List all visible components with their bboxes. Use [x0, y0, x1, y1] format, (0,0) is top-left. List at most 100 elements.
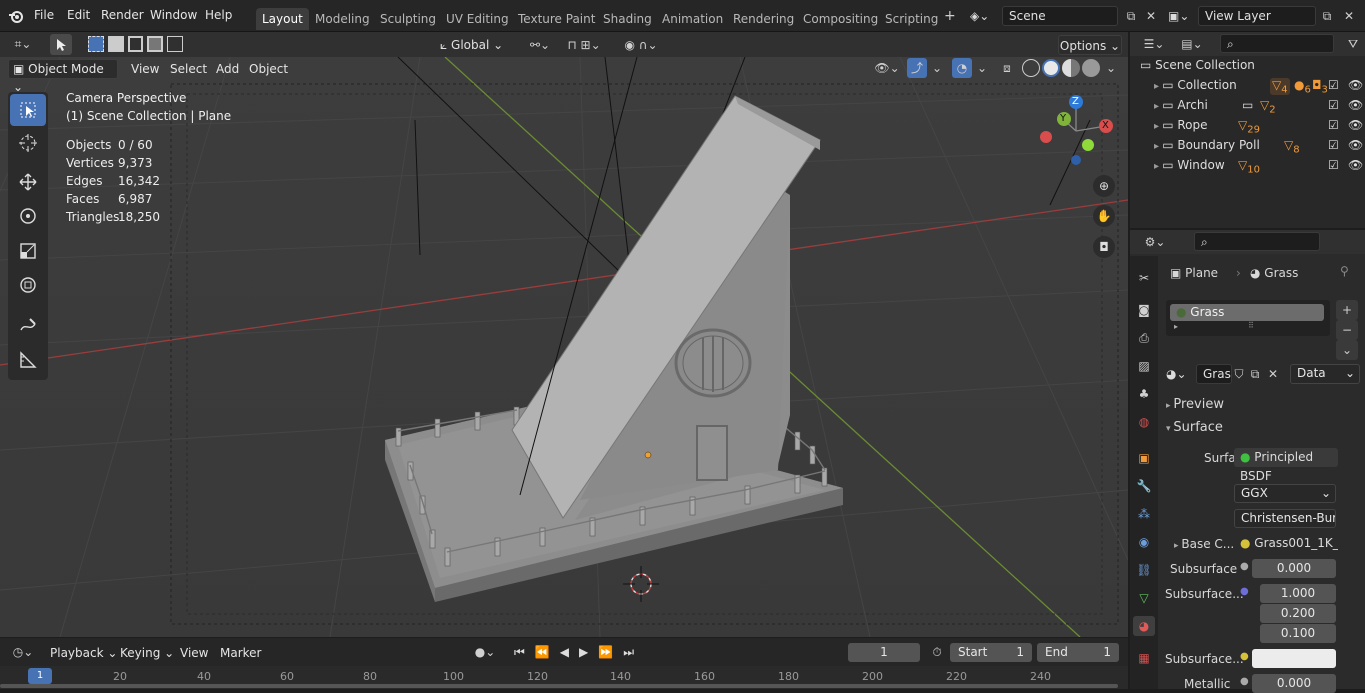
expand-arrow-icon[interactable]: ▸ [1174, 322, 1178, 331]
xray-icon[interactable]: ⧈ [997, 58, 1017, 78]
subsurface-method-dropdown[interactable]: Christensen-Bur... [1234, 509, 1336, 528]
base-color-field[interactable]: ● Grass001_1K_... [1234, 534, 1338, 553]
render-tab-icon[interactable]: ◙ [1133, 300, 1155, 320]
stopwatch-icon[interactable]: ⏱ [926, 642, 948, 662]
tab-rendering[interactable]: Rendering [727, 8, 800, 30]
output-tab-icon[interactable]: ⎙ [1133, 328, 1155, 348]
menu-help[interactable]: Help [205, 8, 232, 22]
scene-tab-icon[interactable]: ♣ [1133, 384, 1155, 404]
gizmo-toggle-icon[interactable]: ⤴ [907, 58, 927, 78]
outliner-item-archi[interactable]: ▸ ▭ Archi ▭ ▽2 ☑ 👁 [1154, 98, 1364, 118]
tab-scripting[interactable]: Scripting [879, 8, 944, 30]
eye-icon[interactable]: 👁 [1348, 138, 1363, 152]
constraints-tab-icon[interactable]: ⛓ [1133, 560, 1155, 580]
subsurface-field[interactable]: 0.000 [1252, 559, 1336, 578]
tab-layout[interactable]: Layout [256, 8, 309, 30]
menu-object[interactable]: Object [249, 62, 288, 76]
tab-animation[interactable]: Animation [656, 8, 729, 30]
tool-tab-icon[interactable]: ✂ [1133, 268, 1155, 288]
cursor-tool-icon[interactable] [10, 127, 46, 159]
display-mode-icon[interactable]: ▤⌄ [1176, 34, 1208, 54]
add-workspace-icon[interactable]: + [944, 8, 956, 24]
menu-add[interactable]: Add [216, 62, 239, 76]
material-name-field[interactable]: Gras [1196, 364, 1232, 384]
proportional-edit-icon[interactable]: ◉ ∩⌄ [616, 35, 666, 55]
outliner-editor-icon[interactable]: ☰⌄ [1140, 34, 1168, 54]
menu-window[interactable]: Window [150, 8, 197, 22]
material-tab-icon[interactable]: ◕ [1133, 616, 1155, 636]
tab-uv-editing[interactable]: UV Editing [440, 8, 515, 30]
remove-slot-icon[interactable]: − [1336, 320, 1358, 340]
base-color-label[interactable]: ▸ Base C... [1174, 537, 1234, 551]
pan-hand-icon[interactable]: ✋ [1093, 205, 1115, 227]
checkbox-icon[interactable]: ☑ [1328, 78, 1339, 92]
object-tab-icon[interactable]: ▣ [1133, 448, 1155, 468]
texture-tab-icon[interactable]: ▦ [1133, 648, 1155, 668]
outliner-item-boundary-poll[interactable]: ▸ ▭ Boundary Poll ▽8 ☑ 👁 [1154, 138, 1364, 158]
distribution-dropdown[interactable]: GGX ⌄ [1234, 484, 1336, 503]
metallic-field[interactable]: 0.000 [1252, 674, 1336, 693]
socket-dot-icon[interactable]: ● [1240, 676, 1249, 687]
surface-shader-field[interactable]: ● Principled BSDF [1234, 448, 1338, 483]
navigation-gizmo[interactable]: Z Y X [1030, 93, 1122, 175]
checkbox-icon[interactable]: ☑ [1328, 118, 1339, 132]
snap-icon[interactable]: ⊓ ⊞⌄ [558, 35, 610, 55]
subsurface-color-swatch[interactable] [1252, 649, 1336, 668]
socket-dot-icon[interactable]: ● [1240, 586, 1249, 597]
overlays-icon[interactable]: ◔ [952, 58, 972, 78]
expand-arrow-icon[interactable]: ▸ [1154, 141, 1162, 152]
3d-viewport[interactable]: Camera Perspective (1) Scene Collection … [0, 57, 1128, 637]
select-tool-icon[interactable] [50, 34, 72, 55]
socket-dot-icon[interactable]: ● [1240, 561, 1249, 572]
editor-type-icon[interactable]: ⌗⌄ [6, 34, 40, 54]
filter-icon[interactable]: ⛛ [1342, 34, 1364, 54]
tab-texture-paint[interactable]: Texture Paint [512, 8, 601, 30]
selection-mode-icons[interactable] [88, 36, 184, 53]
record-keyframe-icon[interactable]: ●⌄ [470, 642, 500, 662]
transform-tool-icon[interactable] [10, 269, 46, 301]
properties-search-input[interactable]: ⌕ [1194, 232, 1320, 251]
radius-y-field[interactable]: 0.200 [1260, 604, 1336, 623]
duplicate-material-icon[interactable]: ⧉ [1246, 364, 1264, 384]
add-slot-icon[interactable]: + [1336, 300, 1358, 320]
expand-arrow-icon[interactable]: ▸ [1154, 121, 1162, 132]
link-dropdown[interactable]: Data ⌄ [1290, 364, 1360, 384]
properties-editor-icon[interactable]: ⚙⌄ [1140, 232, 1170, 252]
move-tool-icon[interactable] [10, 166, 46, 198]
visibility-icon[interactable]: 👁⌄ [872, 58, 902, 78]
zoom-icon[interactable]: ⊕ [1093, 175, 1115, 197]
data-tab-icon[interactable]: ▽ [1133, 588, 1155, 608]
measure-tool-icon[interactable] [10, 344, 46, 376]
playhead[interactable]: 1 [28, 668, 52, 684]
timeline-ruler[interactable]: 1 20 40 60 80 100 120 140 160 180 200 22… [0, 666, 1128, 689]
jump-end-icon[interactable]: ⏭ [623, 642, 634, 662]
radius-z-field[interactable]: 0.100 [1260, 624, 1336, 643]
view-layer-tab-icon[interactable]: ▨ [1133, 356, 1155, 376]
outliner-item-rope[interactable]: ▸ ▭ Rope ▽29 ☑ 👁 [1154, 118, 1364, 138]
resize-grip-icon[interactable]: ⠿ [1248, 321, 1254, 330]
browse-material-icon[interactable]: ◕⌄ [1166, 364, 1196, 384]
menu-view[interactable]: View [131, 62, 159, 76]
select-box-tool-icon[interactable] [10, 94, 46, 126]
transform-orientation-dropdown[interactable]: ⟀ Global ⌄ [440, 35, 518, 55]
new-view-layer-icon[interactable]: ⧉ [1316, 6, 1338, 26]
unlink-material-icon[interactable]: ✕ [1264, 364, 1282, 384]
options-dropdown[interactable]: Options ⌄ [1058, 35, 1122, 55]
current-frame-field[interactable]: 1 [848, 643, 920, 662]
menu-view[interactable]: View [180, 646, 208, 660]
tab-shading[interactable]: Shading [597, 8, 658, 30]
tab-modeling[interactable]: Modeling [309, 8, 376, 30]
world-tab-icon[interactable]: ◍ [1133, 412, 1155, 432]
blender-logo-icon[interactable] [8, 8, 24, 24]
scale-tool-icon[interactable] [10, 235, 46, 267]
menu-select[interactable]: Select [170, 62, 207, 76]
rotate-tool-icon[interactable] [10, 200, 46, 232]
panel-preview[interactable]: ▸ Preview [1166, 397, 1224, 412]
camera-view-icon[interactable]: ◘ [1093, 236, 1115, 258]
view-layer-browse-icon[interactable]: ▣⌄ [1168, 6, 1200, 26]
outliner-item-window[interactable]: ▸ ▭ Window ▽10 ☑ 👁 [1154, 158, 1364, 178]
checkbox-icon[interactable]: ☑ [1328, 138, 1339, 152]
pivot-point-icon[interactable]: ⚯⌄ [526, 35, 554, 55]
next-keyframe-icon[interactable]: ⏩ [598, 642, 613, 662]
menu-marker[interactable]: Marker [220, 646, 261, 660]
